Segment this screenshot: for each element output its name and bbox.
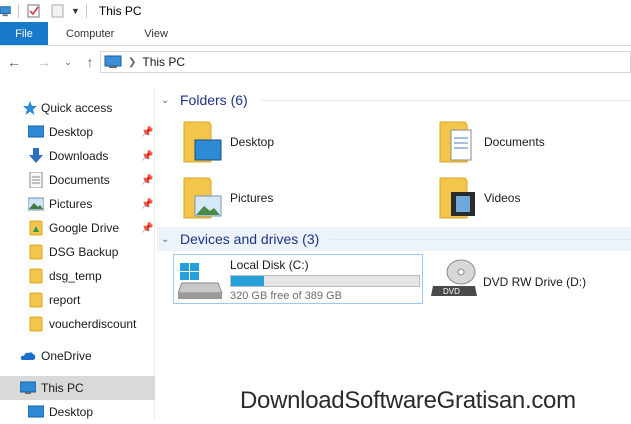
- nav-item-voucherdiscount[interactable]: voucherdiscount: [0, 312, 155, 336]
- tab-view[interactable]: View: [132, 22, 180, 45]
- breadcrumb-this-pc[interactable]: This PC: [142, 55, 185, 69]
- documents-icon: [29, 172, 43, 188]
- address-row: ← → ⌄ ↑ ❯ This PC: [0, 47, 631, 77]
- nav-this-pc[interactable]: This PC: [0, 376, 155, 400]
- nav-item-desktop[interactable]: Desktop 📌: [0, 120, 155, 144]
- up-arrow-icon[interactable]: ↑: [81, 54, 99, 70]
- pin-icon[interactable]: 📌: [141, 175, 153, 186]
- dvd-badge: DVD: [443, 287, 460, 296]
- dvd-drive-icon: DVD: [431, 259, 477, 296]
- disk-usage-bar: [230, 275, 420, 287]
- desktop-icon: [28, 405, 44, 418]
- nav-quick-access-label: Quick access: [41, 101, 113, 115]
- this-pc-icon: [104, 55, 122, 68]
- breadcrumb-chevron-icon[interactable]: ❯: [128, 57, 136, 68]
- nav-item-pictures[interactable]: Pictures 📌: [0, 192, 155, 216]
- documents-folder-icon: [439, 121, 472, 163]
- pin-icon[interactable]: 📌: [141, 223, 153, 234]
- pin-icon[interactable]: 📌: [141, 151, 153, 162]
- group-divider: [331, 239, 631, 240]
- devices-group-title: Devices and drives (3): [180, 231, 320, 247]
- pin-icon[interactable]: 📌: [141, 199, 153, 210]
- nav-item-label: report: [49, 293, 81, 307]
- group-divider: [261, 100, 631, 101]
- folder-label: Desktop: [230, 135, 275, 149]
- customize-quick-access-icon[interactable]: ▼: [71, 6, 80, 16]
- nav-onedrive-label: OneDrive: [41, 349, 92, 363]
- window-title: This PC: [98, 4, 142, 18]
- folder-tile-pictures[interactable]: Pictures: [181, 174, 381, 222]
- nav-this-pc-desktop[interactable]: Desktop: [0, 400, 155, 424]
- separator: [18, 4, 19, 18]
- folder-tile-desktop[interactable]: Desktop: [181, 118, 381, 166]
- nav-item-label: Desktop: [49, 125, 94, 139]
- navigation-pane: Quick access Desktop 📌 Downloads 📌 Docum…: [0, 88, 155, 420]
- nav-item-label: Desktop: [49, 405, 94, 419]
- folder-icon: [29, 316, 43, 332]
- disk-usage-fill: [231, 276, 265, 286]
- tab-computer[interactable]: Computer: [48, 22, 132, 45]
- nav-onedrive[interactable]: OneDrive: [0, 344, 155, 368]
- properties-icon[interactable]: [27, 4, 41, 18]
- nav-quick-access[interactable]: Quick access: [0, 96, 155, 120]
- nav-this-pc-label: This PC: [41, 381, 84, 395]
- folder-tile-videos[interactable]: Videos: [437, 174, 627, 222]
- drive-tile-dvd[interactable]: DVD DVD RW Drive (D:): [431, 258, 631, 306]
- address-bar[interactable]: ❯ This PC: [100, 51, 631, 73]
- drive-name: DVD RW Drive (D:): [483, 275, 587, 289]
- drive-tile-local-disk[interactable]: Local Disk (C:) 320 GB free of 389 GB: [173, 254, 423, 304]
- this-pc-icon: [20, 381, 36, 394]
- onedrive-cloud-icon: [20, 352, 36, 360]
- google-drive-icon: [29, 220, 43, 236]
- content-pane: ⌄ Folders (6) Desktop Documents Pictures: [157, 80, 631, 420]
- tab-file[interactable]: File: [0, 22, 48, 45]
- downloads-icon: [29, 148, 43, 163]
- nav-item-google-drive[interactable]: Google Drive 📌: [0, 216, 155, 240]
- title-bar: ▼ This PC: [0, 0, 631, 22]
- windows-drive-icon: [178, 263, 223, 299]
- pictures-folder-icon: [183, 177, 222, 219]
- folder-label: Documents: [484, 135, 545, 149]
- pictures-icon: [28, 197, 44, 211]
- nav-item-label: dsg_temp: [49, 269, 102, 283]
- folders-group-title: Folders (6): [180, 92, 248, 108]
- nav-item-dsg-temp[interactable]: dsg_temp: [0, 264, 155, 288]
- watermark-text: DownloadSoftwareGratisan.com: [240, 387, 576, 414]
- collapse-chevron-icon[interactable]: ⌄: [161, 95, 169, 106]
- forward-arrow-icon[interactable]: →: [35, 54, 53, 70]
- folder-icon: [29, 244, 43, 260]
- desktop-icon: [28, 125, 44, 138]
- nav-item-label: voucherdiscount: [49, 317, 137, 331]
- nav-item-downloads[interactable]: Downloads 📌: [0, 144, 155, 168]
- folder-label: Videos: [484, 191, 521, 205]
- nav-item-dsg-backup[interactable]: DSG Backup: [0, 240, 155, 264]
- nav-item-label: Pictures: [49, 197, 93, 211]
- nav-item-label: DSG Backup: [49, 245, 119, 259]
- pin-icon[interactable]: 📌: [141, 127, 153, 138]
- videos-folder-icon: [439, 177, 475, 219]
- back-arrow-icon[interactable]: ←: [5, 54, 23, 70]
- devices-group-header[interactable]: ⌄ Devices and drives (3): [157, 227, 631, 251]
- drive-name: Local Disk (C:): [230, 258, 309, 272]
- separator: [85, 4, 87, 18]
- collapse-chevron-icon[interactable]: ⌄: [161, 234, 169, 245]
- nav-item-label: Google Drive: [49, 221, 120, 235]
- nav-item-documents[interactable]: Documents 📌: [0, 168, 155, 192]
- recent-locations-chevron-icon[interactable]: ⌄: [59, 57, 77, 68]
- folder-icon: [29, 292, 43, 308]
- folder-icon: [29, 268, 43, 284]
- folder-label: Pictures: [230, 191, 274, 205]
- new-folder-icon[interactable]: [51, 4, 65, 18]
- folder-tile-documents[interactable]: Documents: [437, 118, 627, 166]
- star-icon: [23, 101, 37, 115]
- ribbon-tabs: File Computer View: [0, 22, 631, 46]
- nav-item-label: Downloads: [49, 149, 109, 163]
- desktop-folder-icon: [183, 121, 222, 163]
- this-pc-small-icon[interactable]: [0, 4, 12, 18]
- nav-item-report[interactable]: report: [0, 288, 155, 312]
- folders-group-header[interactable]: ⌄ Folders (6): [157, 88, 631, 112]
- nav-item-label: Documents: [49, 173, 110, 187]
- drive-free-space: 320 GB free of 389 GB: [230, 290, 342, 302]
